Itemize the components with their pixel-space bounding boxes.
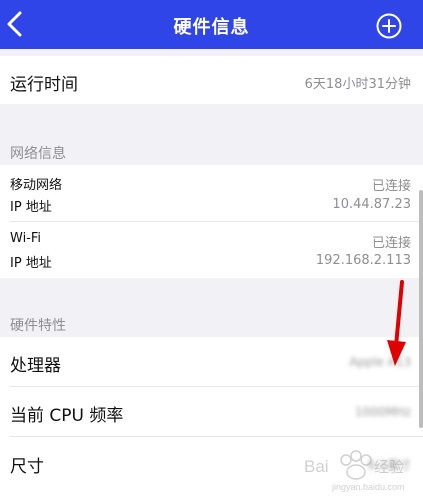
uptime-section: 运行时间 6天18小时31分钟 [0, 56, 423, 104]
network-divider [10, 221, 423, 222]
mobile-network-label: 移动网络 [10, 178, 63, 193]
nav-bar: 硬件信息 [0, 0, 423, 49]
uptime-value: 6天18小时31分钟 [304, 77, 411, 92]
wifi-status: 已连接 [371, 236, 411, 251]
hardware-section-header: 硬件特性 [10, 318, 66, 334]
baidu-watermark-logo: Bai 经验 jingyan.baidu.com [304, 450, 405, 492]
scrollbar[interactable] [419, 190, 423, 428]
cpu-frequency-value: 1000MHz [354, 405, 411, 419]
wifi-label: Wi-Fi [10, 231, 42, 246]
processor-label: 处理器 [10, 356, 61, 376]
plus-circle-icon[interactable] [376, 13, 402, 39]
page-title: 硬件信息 [173, 17, 250, 38]
cpu-frequency-label: 当前 CPU 频率 [10, 406, 124, 426]
svg-text:Bai: Bai [304, 457, 329, 476]
wifi-ip-value: 192.168.2.113 [315, 253, 411, 268]
red-arrow-icon [387, 280, 406, 366]
svg-text:经验: 经验 [374, 458, 404, 476]
svg-text:jingyan.baidu.com: jingyan.baidu.com [331, 482, 405, 492]
network-section-header: 网络信息 [10, 146, 66, 162]
hardware-divider-2 [10, 436, 423, 437]
mobile-network-status: 已连接 [371, 179, 411, 194]
hardware-divider-1 [10, 386, 423, 387]
wifi-ip-label: IP 地址 [10, 256, 52, 271]
size-label: 尺寸 [10, 457, 44, 477]
mobile-ip-value: 10.44.87.23 [332, 197, 411, 212]
network-section: 移动网络 已连接 IP 地址 10.44.87.23 Wi-Fi 已连接 IP … [0, 165, 423, 278]
uptime-label: 运行时间 [10, 75, 78, 95]
mobile-ip-label: IP 地址 [10, 200, 52, 215]
